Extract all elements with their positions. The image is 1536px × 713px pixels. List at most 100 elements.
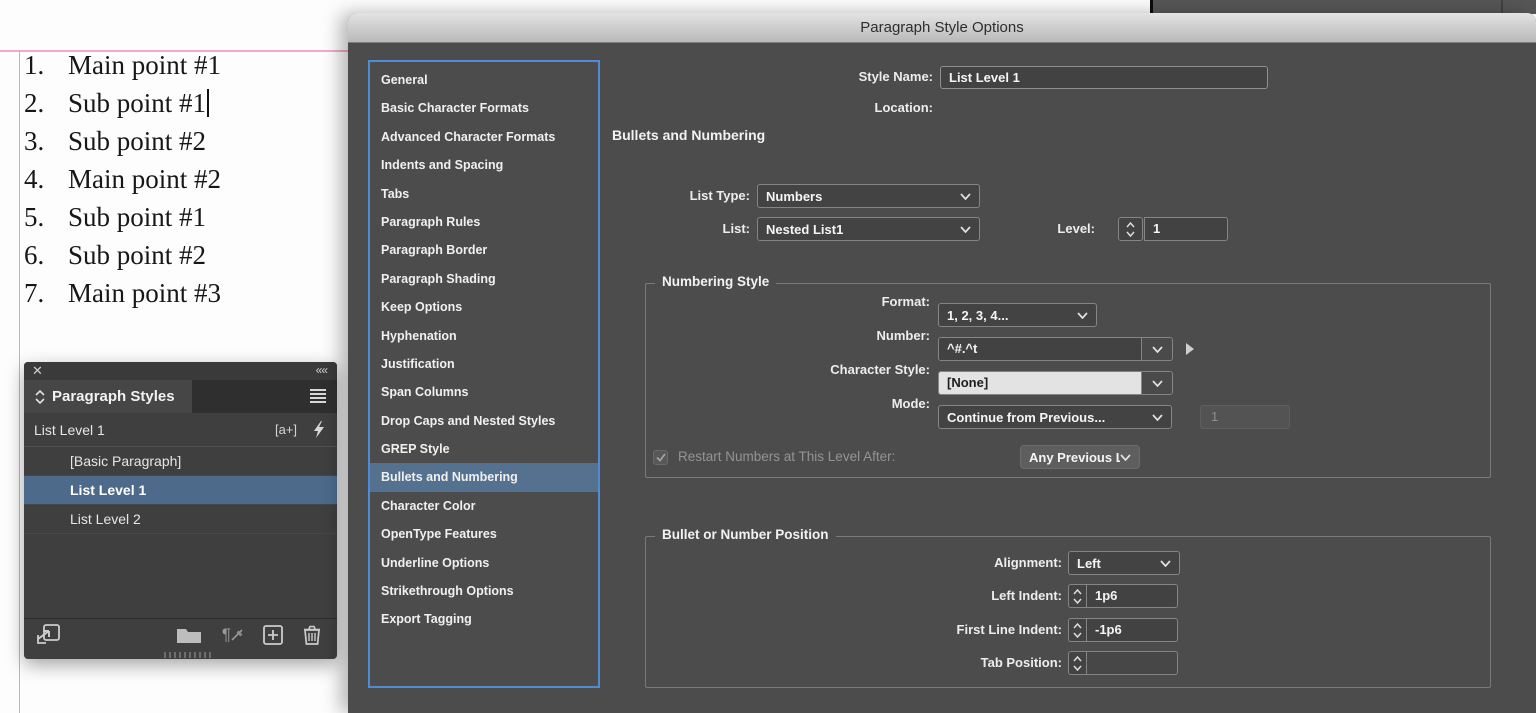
restart-numbers-checkbox[interactable]	[653, 450, 668, 465]
style-item-label: [Basic Paragraph]	[70, 453, 181, 469]
sidebar-item-grep-style[interactable]: GREP Style	[370, 435, 598, 463]
style-override-badge: [a+]	[275, 422, 297, 437]
level-input[interactable]: 1	[1144, 217, 1228, 241]
sidebar-item-strikethrough-options[interactable]: Strikethrough Options	[370, 577, 598, 605]
panel-tab-bar: Paragraph Styles	[24, 380, 337, 413]
chevron-down-icon	[1077, 312, 1088, 319]
style-item-list-level-1[interactable]: List Level 1	[24, 476, 337, 505]
sidebar-item-general[interactable]: General	[370, 66, 598, 94]
character-style-combo[interactable]: [None]	[938, 371, 1173, 395]
number-value[interactable]: ^#.^t	[939, 338, 1141, 360]
mode-label: Mode:	[710, 394, 930, 414]
chevron-down-icon	[1152, 380, 1163, 387]
panel-header-strip: ✕ ««	[24, 362, 337, 380]
sidebar-item-export-tagging[interactable]: Export Tagging	[370, 605, 598, 633]
format-label: Format:	[710, 292, 930, 312]
character-style-dropdown-button[interactable]	[1141, 372, 1172, 394]
close-icon[interactable]: ✕	[32, 363, 43, 379]
mode-number-input-disabled: 1	[1200, 405, 1290, 429]
sidebar-item-bullets-and-numbering[interactable]: Bullets and Numbering	[370, 463, 598, 491]
left-indent-input[interactable]: 1p6	[1086, 584, 1178, 608]
chevron-up-icon	[1073, 623, 1082, 629]
sidebar-item-drop-caps-and-nested-styles[interactable]: Drop Caps and Nested Styles	[370, 407, 598, 435]
sidebar-item-span-columns[interactable]: Span Columns	[370, 378, 598, 406]
list-number: 6.	[24, 236, 68, 274]
list-line: 5.Sub point #1	[24, 198, 334, 236]
paragraph-style-options-dialog: Paragraph Style Options General Basic Ch…	[348, 13, 1536, 713]
style-item-list-level-2[interactable]: List Level 2	[24, 505, 337, 534]
tab-paragraph-styles[interactable]: Paragraph Styles	[24, 380, 192, 413]
sidebar-item-opentype-features[interactable]: OpenType Features	[370, 520, 598, 548]
tab-position-stepper[interactable]	[1068, 651, 1086, 675]
panel-menu-icon[interactable]	[309, 388, 327, 404]
style-item-basic-paragraph[interactable]: [Basic Paragraph]	[24, 447, 337, 476]
applied-style-name: List Level 1	[34, 422, 105, 438]
text-cursor	[207, 89, 209, 117]
sidebar-item-underline-options[interactable]: Underline Options	[370, 549, 598, 577]
list-text: Sub point #2	[68, 126, 206, 156]
list-line: 7.Main point #3	[24, 274, 334, 312]
list-type-dropdown[interactable]: Numbers	[757, 184, 980, 208]
panel-toolbar: ¶	[24, 618, 337, 648]
sidebar-item-keep-options[interactable]: Keep Options	[370, 293, 598, 321]
number-combo[interactable]: ^#.^t	[938, 337, 1173, 361]
sidebar-item-basic-character-formats[interactable]: Basic Character Formats	[370, 94, 598, 122]
sidebar-item-advanced-character-formats[interactable]: Advanced Character Formats	[370, 123, 598, 151]
first-line-indent-input[interactable]: -1p6	[1086, 618, 1178, 642]
new-style-group-folder-icon[interactable]	[176, 626, 202, 644]
chevron-down-icon	[1126, 231, 1135, 237]
lightning-icon	[313, 421, 325, 438]
sidebar-item-character-color[interactable]: Character Color	[370, 492, 598, 520]
style-name-input[interactable]	[940, 66, 1268, 89]
chevron-down-icon	[1152, 346, 1163, 353]
sidebar-item-indents-and-spacing[interactable]: Indents and Spacing	[370, 151, 598, 179]
mode-value: Continue from Previous...	[939, 410, 1152, 425]
list-text: Main point #3	[68, 278, 221, 308]
tab-position-input[interactable]	[1086, 651, 1178, 675]
character-style-value[interactable]: [None]	[939, 372, 1141, 394]
chevron-up-icon	[1073, 656, 1082, 662]
panel-resize-grip[interactable]	[164, 652, 212, 658]
list-text: Sub point #1	[68, 202, 206, 232]
restart-level-dropdown[interactable]: Any Previous Level	[1020, 445, 1140, 469]
tab-label: Paragraph Styles	[52, 388, 175, 405]
mode-dropdown[interactable]: Continue from Previous...	[938, 405, 1172, 429]
alignment-dropdown[interactable]: Left	[1068, 551, 1180, 575]
create-new-style-icon[interactable]	[263, 625, 283, 645]
panel-strip-divider	[1501, 0, 1503, 14]
restart-level-value: Any Previous Level	[1021, 450, 1120, 465]
sidebar-item-paragraph-shading[interactable]: Paragraph Shading	[370, 265, 598, 293]
clear-overrides-icon[interactable]: ¶	[222, 625, 243, 645]
delete-style-trash-icon[interactable]	[303, 625, 321, 645]
sidebar-item-paragraph-border[interactable]: Paragraph Border	[370, 236, 598, 264]
alignment-label: Alignment:	[842, 553, 1062, 573]
dialog-title: Paragraph Style Options	[860, 19, 1023, 36]
first-line-indent-stepper[interactable]	[1068, 618, 1086, 642]
load-styles-icon[interactable]	[37, 623, 61, 645]
chevron-down-icon	[1073, 665, 1082, 671]
list-text: Main point #1	[68, 50, 221, 80]
list-line: 4.Main point #2	[24, 160, 334, 198]
style-item-label: List Level 1	[70, 482, 146, 498]
vertical-margin-guide	[19, 50, 20, 713]
list-number: 1.	[24, 46, 68, 84]
list-line: 1.Main point #1	[24, 46, 334, 84]
list-type-value: Numbers	[758, 189, 960, 204]
numbering-style-legend: Numbering Style	[655, 274, 776, 289]
chevron-down-icon	[960, 193, 971, 200]
list-text: Main point #2	[68, 164, 221, 194]
number-dropdown-button[interactable]	[1141, 338, 1172, 360]
format-dropdown[interactable]: 1, 2, 3, 4...	[938, 303, 1097, 327]
list-line: 6.Sub point #2	[24, 236, 334, 274]
format-value: 1, 2, 3, 4...	[939, 308, 1077, 323]
left-indent-stepper[interactable]	[1068, 584, 1086, 608]
list-number: 4.	[24, 160, 68, 198]
alignment-value: Left	[1069, 556, 1160, 571]
strike-x-icon	[231, 629, 243, 641]
chevron-down-icon	[1120, 454, 1131, 461]
sidebar-item-hyphenation[interactable]: Hyphenation	[370, 322, 598, 350]
collapse-panel-icon[interactable]: ««	[316, 363, 327, 377]
number-flyout-triangle-icon[interactable]	[1186, 343, 1194, 355]
level-stepper[interactable]	[1118, 217, 1143, 241]
sidebar-item-justification[interactable]: Justification	[370, 350, 598, 378]
